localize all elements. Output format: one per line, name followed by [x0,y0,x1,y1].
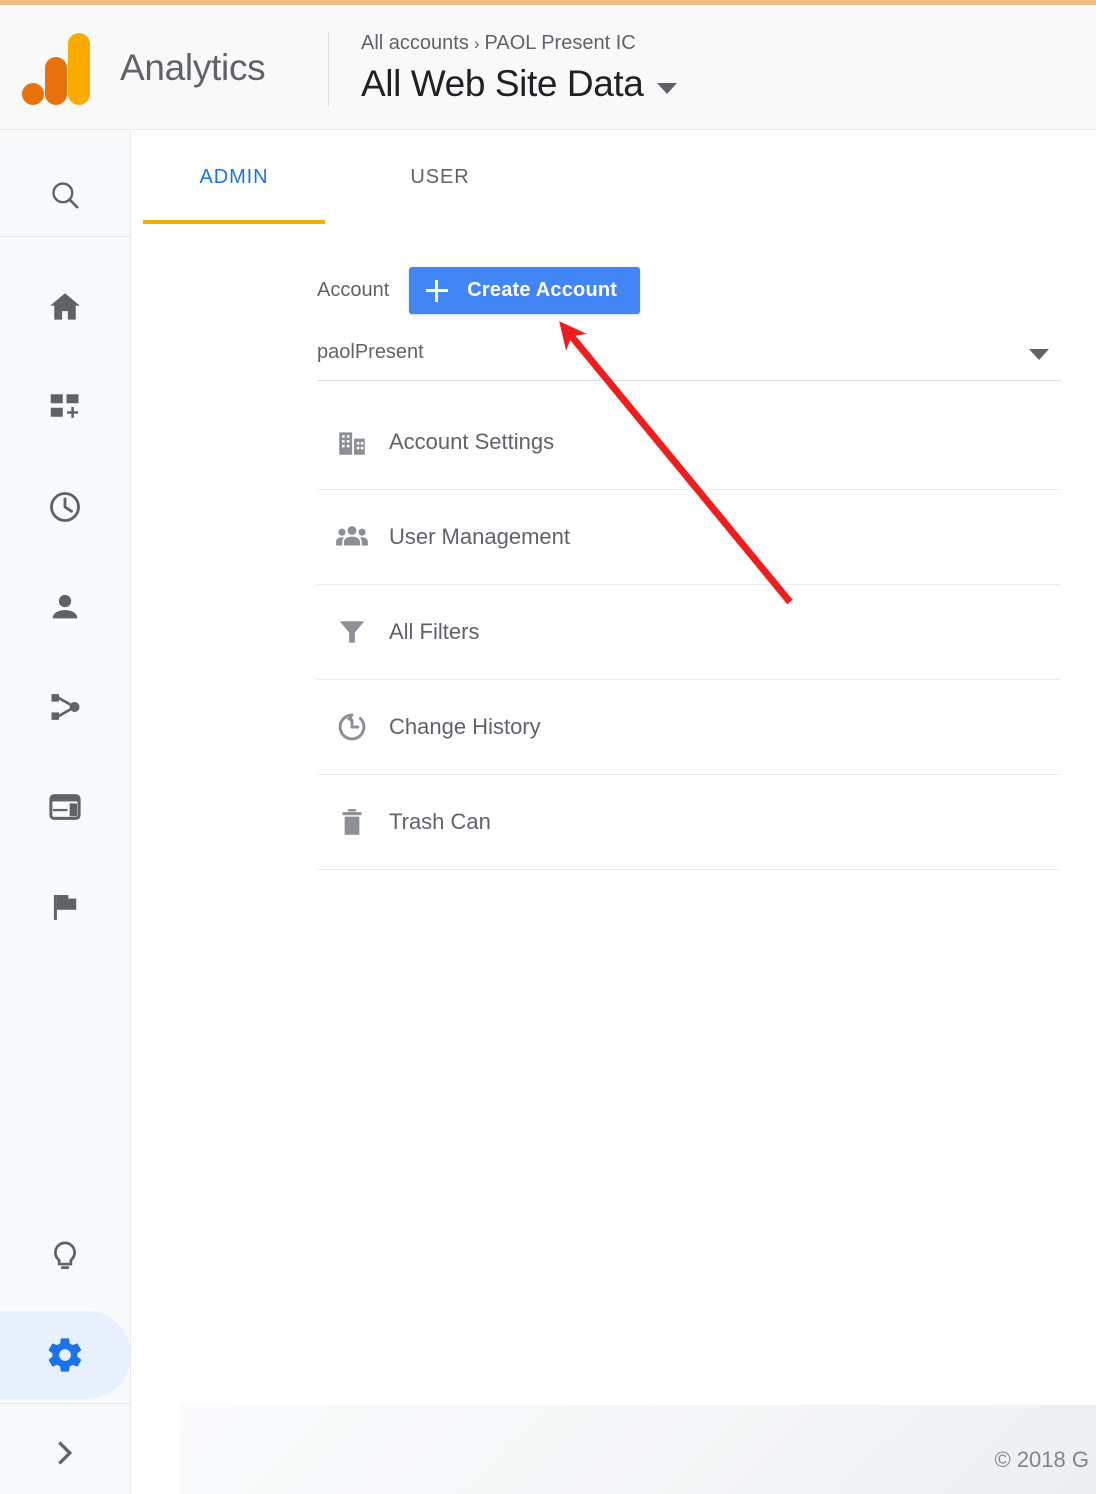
trash-can-icon [317,805,389,839]
view-title: All Web Site Data [361,63,644,104]
people-group-icon [317,520,389,554]
analytics-logo [22,33,90,105]
admin-gear-icon [48,1338,82,1372]
account-select-value: paolPresent [317,341,424,363]
menu-item-label: All Filters [389,619,480,644]
acquisition-share-icon [51,694,80,720]
rail-item-conversions[interactable] [0,879,130,935]
menu-item-label: Trash Can [389,809,491,834]
plus-icon [426,279,449,302]
home-icon [50,293,80,320]
menu-item-trash-can[interactable]: Trash Can [317,775,1061,870]
app-header: Analytics All accounts › PAOL Present IC A… [0,5,1096,130]
analytics-logo-bar-tall [68,33,90,105]
rail-item-acquisition[interactable] [0,679,130,735]
funnel-filter-icon [317,615,389,649]
conversions-flag-icon [53,895,77,920]
analytics-logo-dot [22,83,44,105]
rail-item-realtime[interactable] [0,479,130,535]
menu-item-account-settings[interactable]: Account Settings [317,395,1061,490]
caret-down-icon [1029,349,1049,360]
rail-expand-button[interactable] [0,1425,130,1481]
analytics-logo-bar-medium [45,57,67,105]
rail-item-home[interactable] [0,279,130,335]
brand-name: Analytics [120,47,266,88]
account-header-row: Account Create Account [317,267,641,314]
create-account-button-label: Create Account [467,279,618,301]
caret-down-icon [657,82,678,94]
tab-admin[interactable]: ADMIN [143,131,325,224]
rail-divider [0,236,130,237]
rail-item-admin[interactable] [0,1327,130,1383]
main-content: ADMIN USER Account Create Account paolPr… [131,131,1096,1494]
breadcrumb-root[interactable]: All accounts [361,32,469,54]
behavior-page-icon [49,794,81,820]
account-select[interactable]: paolPresent [317,336,1061,381]
breadcrumb: All accounts › PAOL Present IC [361,32,636,55]
copyright-text: © 2018 G [994,1447,1090,1472]
tab-bar: ADMIN USER [131,131,1096,224]
left-nav-rail [0,131,131,1494]
realtime-clock-icon [50,492,80,522]
menu-item-change-history[interactable]: Change History [317,680,1061,775]
rail-item-discover[interactable] [0,1229,130,1285]
breadcrumb-current[interactable]: PAOL Present IC [485,32,636,54]
rail-search-button[interactable] [0,167,130,223]
history-clock-icon [317,710,389,744]
header-divider [328,32,329,106]
tab-user[interactable]: USER [349,131,531,224]
customization-icon [50,394,79,418]
view-selector[interactable]: All Web Site Data [361,63,678,105]
expand-chevron-right-icon [58,1441,73,1465]
discover-bulb-icon [54,1241,76,1269]
rail-item-behavior[interactable] [0,779,130,835]
create-account-button[interactable]: Create Account [409,267,641,314]
account-label: Account [317,279,390,301]
menu-item-label: Account Settings [389,429,555,454]
page-footer: © 2018 G [180,1405,1096,1494]
menu-item-all-filters[interactable]: All Filters [317,585,1061,680]
search-icon [52,182,79,209]
rail-item-customization[interactable] [0,379,130,435]
audience-person-icon [52,594,78,619]
rail-divider-bottom [0,1403,130,1404]
building-icon [317,425,389,459]
menu-item-user-management[interactable]: User Management [317,490,1061,585]
admin-menu-list: Account Settings User Management All Fil… [317,395,1061,870]
breadcrumb-separator-icon: › [473,34,480,53]
rail-item-audience[interactable] [0,579,130,635]
menu-item-label: User Management [389,524,570,549]
tab-active-underline [143,220,325,224]
menu-item-label: Change History [389,714,541,739]
